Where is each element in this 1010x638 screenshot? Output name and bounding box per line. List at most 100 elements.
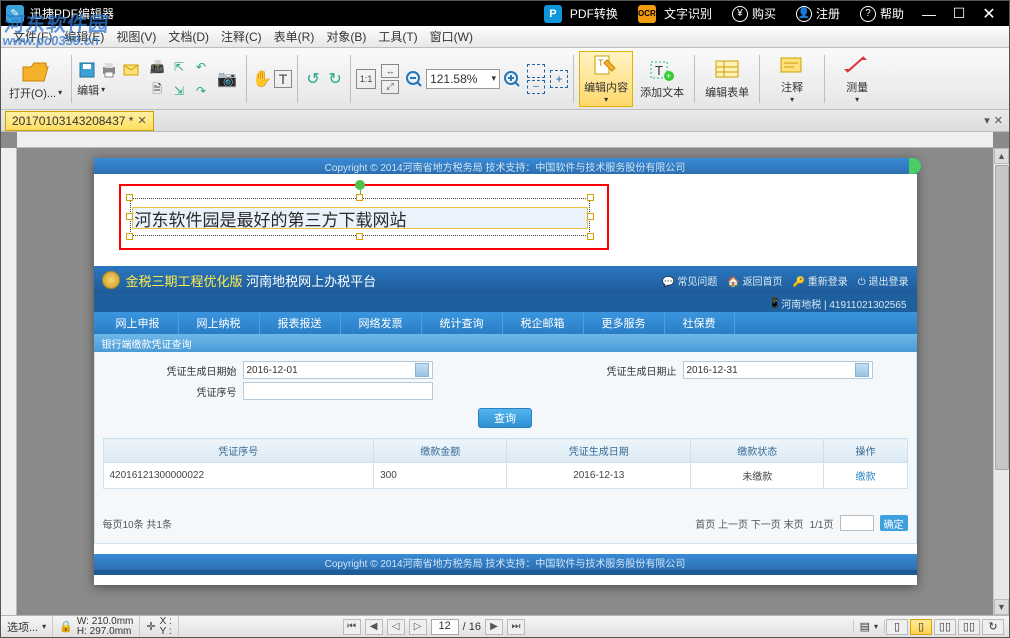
rotate-left-icon[interactable]: ↺ (303, 69, 323, 89)
scroll-up-icon[interactable]: ▲ (994, 148, 1009, 164)
nav-item[interactable]: 社保费 (665, 312, 735, 334)
home-link[interactable]: 🏠 返回首页 (727, 273, 782, 288)
fwd-button[interactable]: ▷ (409, 619, 427, 635)
options-button[interactable]: 选项... ▾ (1, 616, 53, 637)
document-tab[interactable]: 20170103143208437 * ✕ (5, 111, 154, 131)
pdf-page[interactable]: Copyright © 2014河南省地方税务局 技术支持：中国软件与技术服务股… (94, 158, 917, 585)
close-button[interactable]: ✕ (974, 4, 1004, 24)
undo-icon[interactable]: ↶ (191, 57, 211, 77)
resize-handle[interactable] (126, 194, 133, 201)
exit-link[interactable]: ⏻ 退出登录 (858, 273, 909, 288)
nav-item[interactable]: 统计查询 (422, 312, 503, 334)
resize-handle[interactable] (356, 194, 363, 201)
resize-handle[interactable] (126, 233, 133, 240)
pager-nav[interactable]: 首页 上一页 下一页 末页 (695, 516, 803, 531)
rotate-handle-icon[interactable] (355, 180, 365, 190)
nav-item[interactable]: 更多服务 (584, 312, 665, 334)
view-facing-cont-button[interactable]: ▯▯ (958, 619, 980, 635)
query-button[interactable]: 查询 (478, 408, 532, 428)
first-page-button[interactable]: ⏮ (343, 619, 361, 635)
buy-button[interactable]: ¥ 购买 (722, 5, 786, 22)
pay-link[interactable]: 缴款 (855, 472, 875, 483)
menu-doc[interactable]: 文档(D) (162, 28, 215, 45)
doc-tab-bar: 20170103143208437 * ✕ ▾ ✕ (1, 110, 1009, 132)
ocr-button[interactable]: OCR 文字识别 (628, 5, 722, 23)
vertical-scrollbar[interactable]: ▲ ▼ (993, 148, 1009, 615)
rotate-right-icon[interactable]: ↻ (325, 69, 345, 89)
marquee-icon[interactable] (527, 64, 545, 78)
tab-menu-icon[interactable]: ▾ (984, 114, 990, 127)
scan-icon[interactable]: 📠 (147, 57, 167, 77)
view-continuous-button[interactable]: ▯ (910, 619, 932, 635)
text-select-icon[interactable]: T (274, 70, 292, 88)
import-icon[interactable]: ⇲ (169, 81, 189, 101)
zoom-in-icon[interactable] (502, 69, 522, 89)
resize-handle[interactable] (587, 233, 594, 240)
menu-object[interactable]: 对象(B) (320, 28, 372, 45)
view-rotate-button[interactable]: ↻ (982, 619, 1004, 635)
next-page-button[interactable]: ▶ (485, 619, 503, 635)
open-button[interactable]: 打开(O)...▾ (5, 55, 66, 103)
nav-item[interactable]: 网上申报 (98, 312, 179, 334)
text-content[interactable]: 河东软件园是最好的第三方下载网站 (132, 207, 588, 229)
page-number-input[interactable]: 12 (431, 619, 459, 635)
view-facing-button[interactable]: ▯▯ (934, 619, 956, 635)
faq-link[interactable]: 💬 常见问题 (662, 273, 717, 288)
save-icon[interactable] (77, 60, 97, 80)
zoom-out-icon[interactable] (404, 69, 424, 89)
export-icon[interactable]: ⇱ (169, 57, 189, 77)
annotate-button[interactable]: 注释▾ (765, 51, 819, 107)
hand-tool-icon[interactable]: ✋ (252, 69, 272, 89)
menu-edit[interactable]: 编辑(E) (58, 28, 110, 45)
redo-icon[interactable]: ↷ (191, 81, 211, 101)
back-button[interactable]: ◁ (387, 619, 405, 635)
seq-input[interactable] (243, 382, 433, 400)
menu-window[interactable]: 窗口(W) (424, 28, 479, 45)
register-button[interactable]: 👤 注册 (786, 5, 850, 22)
email-icon[interactable] (121, 60, 141, 80)
nav-item[interactable]: 税企邮箱 (503, 312, 584, 334)
help-button[interactable]: ? 帮助 (850, 5, 914, 22)
tab-close-all-icon[interactable]: ✕ (994, 114, 1003, 127)
resize-handle[interactable] (356, 233, 363, 240)
pager-goto-input[interactable] (840, 515, 874, 531)
layout-icon[interactable]: ▤ (860, 620, 870, 633)
zoom-input[interactable]: 121.58%▾ (426, 69, 500, 89)
scroll-down-icon[interactable]: ▼ (994, 599, 1009, 615)
resize-handle[interactable] (587, 194, 594, 201)
add-text-button[interactable]: T+ 添加文本 (635, 51, 689, 107)
end-date-input[interactable]: 2016-12-31 (683, 361, 873, 379)
doc-icon[interactable]: 🗎 (147, 81, 167, 101)
last-page-button[interactable]: ⏭ (507, 619, 525, 635)
camera-icon[interactable]: 📷 (217, 69, 237, 89)
menu-view[interactable]: 视图(V) (110, 28, 162, 45)
fit-page-icon[interactable]: ⤢ (381, 80, 399, 94)
nav-item[interactable]: 网络发票 (341, 312, 422, 334)
view-single-button[interactable]: ▯ (886, 619, 908, 635)
nav-item[interactable]: 网上纳税 (179, 312, 260, 334)
start-date-input[interactable]: 2016-12-01 (243, 361, 433, 379)
relogin-link[interactable]: 🔑 重新登录 (793, 273, 848, 288)
menu-annotate[interactable]: 注释(C) (215, 28, 268, 45)
actual-size-icon[interactable]: 1:1 (356, 69, 376, 89)
pager-ok-button[interactable]: 确定 (880, 515, 908, 531)
resize-handle[interactable] (587, 213, 594, 220)
menu-tool[interactable]: 工具(T) (372, 28, 423, 45)
tab-close-icon[interactable]: ✕ (137, 114, 146, 127)
pdf-convert-button[interactable]: P PDF转换 (534, 5, 628, 23)
measure-button[interactable]: 测量▾ (830, 51, 884, 107)
menu-form[interactable]: 表单(R) (268, 28, 321, 45)
fit-width-icon[interactable]: ↔ (381, 64, 399, 78)
maximize-button[interactable]: ☐ (944, 5, 974, 22)
print-icon[interactable] (99, 60, 119, 80)
minimize-button[interactable]: — (914, 6, 944, 22)
nav-item[interactable]: 报表报送 (260, 312, 341, 334)
text-object-selected[interactable]: 河东软件园是最好的第三方下载网站 (130, 198, 590, 236)
edit-content-button[interactable]: T 编辑内容▾ (579, 51, 633, 107)
resize-handle[interactable] (126, 213, 133, 220)
prev-page-button[interactable]: ◀ (365, 619, 383, 635)
edit-form-button[interactable]: 编辑表单 (700, 51, 754, 107)
marquee-plus-icon[interactable]: + (550, 70, 568, 88)
marquee-minus-icon[interactable]: – (527, 80, 545, 94)
menu-file[interactable]: 文件(F) (7, 28, 58, 45)
